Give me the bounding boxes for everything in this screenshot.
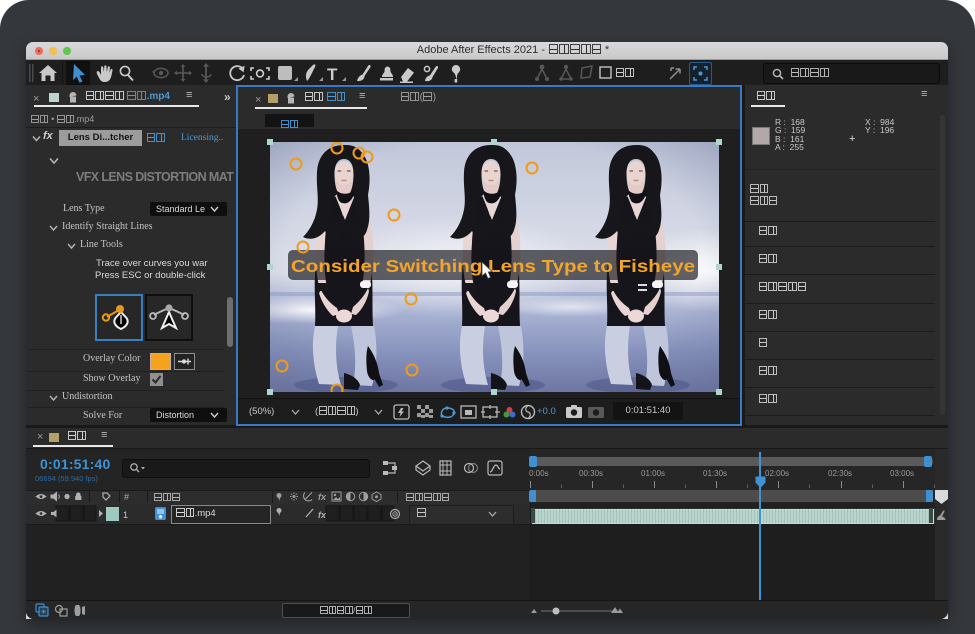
svg-text:T: T [327,65,338,84]
svg-text:fx: fx [318,492,327,502]
svg-text:1: 1 [123,510,128,520]
svg-text:Consider Switching Lens Type t: Consider Switching Lens Type to Fisheye [291,256,695,276]
svg-text:#: # [124,492,129,502]
svg-text:fx: fx [318,510,327,520]
